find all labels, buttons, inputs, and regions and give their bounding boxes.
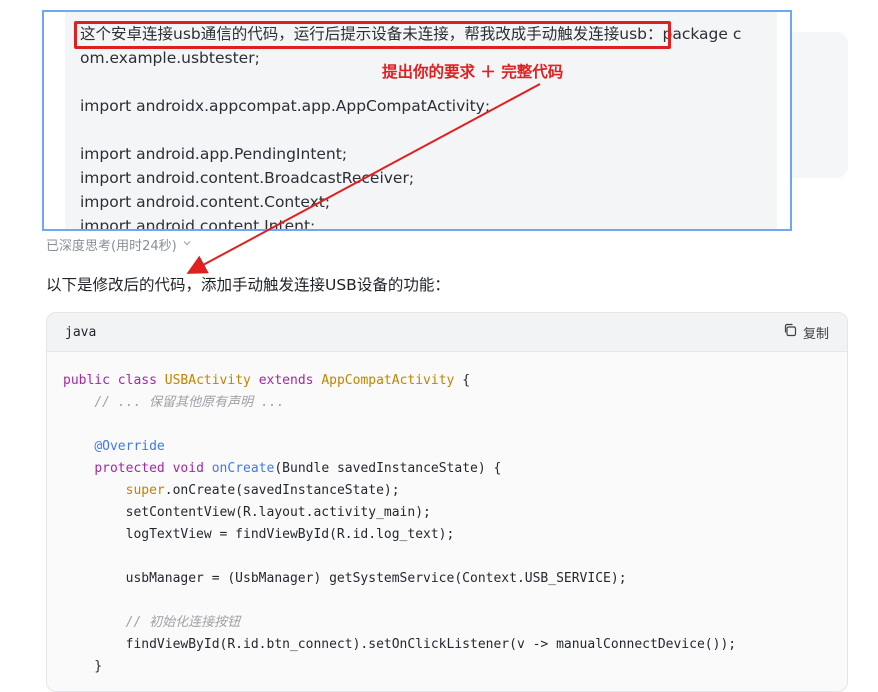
prompt-line-9: import android.content.Intent; [80, 217, 316, 231]
code-token: @Override [94, 439, 165, 454]
thinking-label: 已深度思考(用时24秒) [46, 239, 177, 254]
code-token: AppCompatActivity [321, 373, 463, 388]
code-line: } [63, 656, 831, 678]
code-line: usbManager = (UsbManager) getSystemServi… [63, 568, 831, 590]
code-line: @Override [63, 436, 831, 458]
prompt-screenshot: 这个安卓连接usb通信的代码，运行后提示设备未连接，帮我改成手动触发连接usb：… [42, 10, 792, 231]
prompt-line-4: import androidx.appcompat.app.AppCompatA… [80, 97, 491, 115]
code-token: super [125, 483, 165, 498]
prompt-code-start: package c [662, 25, 742, 43]
code-language: java [65, 324, 97, 340]
chevron-down-icon [181, 237, 193, 253]
response-intro: 以下是修改后的代码，添加手动触发连接USB设备的功能： [46, 276, 450, 294]
code-content: public class USBActivity extends AppComp… [47, 352, 847, 691]
code-token: protected [94, 461, 173, 476]
code-block: java 复制 public class USBActivity extends… [46, 312, 848, 692]
code-line: logTextView = findViewById(R.id.log_text… [63, 524, 831, 546]
annotation-label: 提出你的要求 ＋ 完整代码 [382, 62, 564, 81]
code-line: findViewById(R.id.btn_connect).setOnClic… [63, 634, 831, 656]
code-token: public [63, 373, 118, 388]
copy-button[interactable]: 复制 [783, 323, 829, 342]
prompt-line-8: import android.content.Context; [80, 193, 331, 211]
code-token: findViewById(R.id.btn_connect).setOnClic… [63, 637, 737, 652]
request-highlight-box [74, 21, 671, 49]
code-header: java 复制 [47, 313, 847, 352]
code-token: logTextView = findViewById(R.id.log_text… [63, 527, 455, 542]
code-line: public class USBActivity extends AppComp… [63, 370, 831, 392]
code-token: } [63, 659, 103, 674]
copy-icon [783, 323, 797, 341]
prompt-line-2: om.example.usbtester; [80, 49, 260, 67]
code-line: // 初始化连接按钮 [63, 612, 831, 634]
code-token: (Bundle savedInstanceState) { [274, 461, 502, 476]
code-token: // 初始化连接按钮 [125, 615, 241, 630]
code-token: setContentView(R.layout.activity_main); [63, 505, 431, 520]
code-token: USBActivity [164, 373, 259, 388]
code-token: void [172, 461, 212, 476]
code-line: // ... 保留其他原有声明 ... [63, 392, 831, 414]
prompt-line-6: import android.app.PendingIntent; [80, 145, 348, 163]
code-line: super.onCreate(savedInstanceState); [63, 480, 831, 502]
copy-label: 复制 [802, 326, 829, 342]
code-token: { [462, 373, 471, 388]
thinking-toggle[interactable]: 已深度思考(用时24秒) [46, 235, 193, 254]
code-token: class [117, 373, 165, 388]
code-line: protected void onCreate(Bundle savedInst… [63, 458, 831, 480]
code-token: onCreate [211, 461, 275, 476]
prompt-line-7: import android.content.BroadcastReceiver… [80, 169, 415, 187]
code-token: usbManager = (UsbManager) getSystemServi… [63, 571, 627, 586]
code-token: // ... 保留其他原有声明 ... [94, 395, 285, 410]
code-token: extends [258, 373, 322, 388]
code-line: setContentView(R.layout.activity_main); [63, 502, 831, 524]
code-token: .onCreate(savedInstanceState); [164, 483, 400, 498]
